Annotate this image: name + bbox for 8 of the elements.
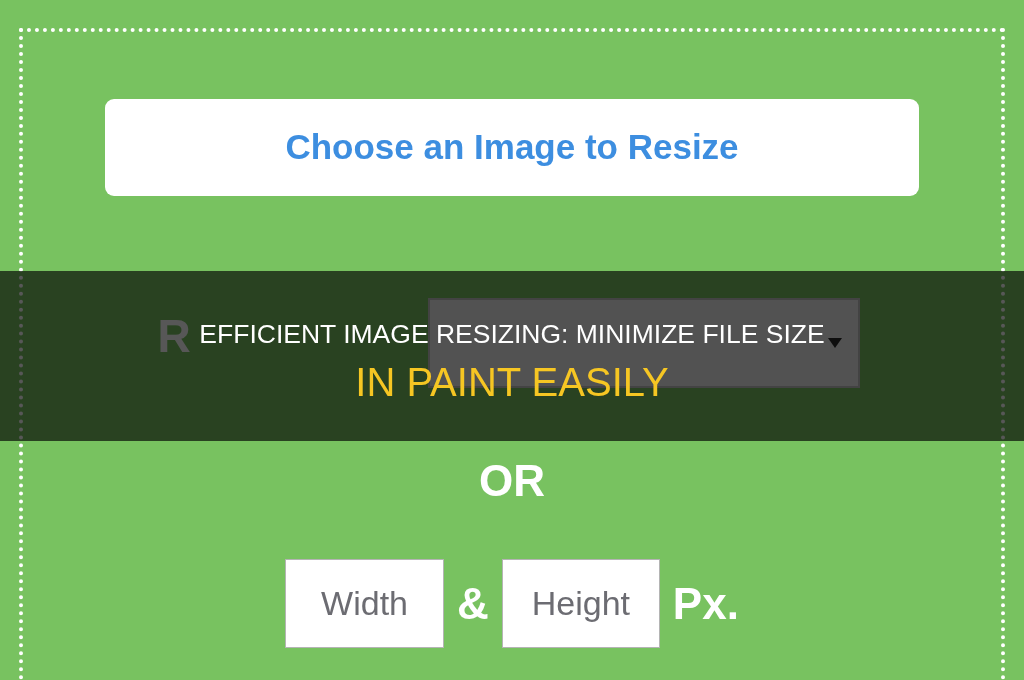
ampersand-label: &	[457, 581, 489, 626]
title-line: EFFICIENT IMAGE RESIZING: MINIMIZE FILE SIZE	[199, 319, 825, 351]
choose-image-button[interactable]: Choose an Image to Resize	[105, 99, 919, 196]
title-highlight-line: IN PAINT EASILY	[355, 358, 669, 406]
height-field[interactable]: Height	[501, 559, 660, 648]
or-label: OR	[479, 459, 545, 503]
px-unit-label: Px.	[672, 581, 739, 626]
width-field[interactable]: Width	[285, 559, 445, 648]
